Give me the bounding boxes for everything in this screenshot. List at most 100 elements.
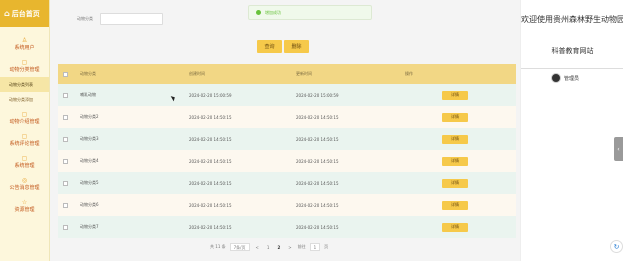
cell-category: 动物分类6 xyxy=(80,202,99,207)
cell-updated: 2024-02-20 15:00:59 xyxy=(296,92,339,98)
page-1-button[interactable]: 1 xyxy=(265,245,272,250)
sidebar-item-label: 动物介绍管理 xyxy=(9,119,40,125)
pager-total: 共 11 条 xyxy=(210,244,226,249)
welcome-text: 欢迎使用贵州森林野生动物园 xyxy=(521,15,623,24)
site-subtitle: 科普教育网站 xyxy=(551,47,594,55)
table-row: 动物分类4 2024-02-20 14:50:15 2024-02-20 14:… xyxy=(58,150,516,172)
page-size-select[interactable]: 7条/页 xyxy=(229,243,250,251)
sidebar-title: 后台首页 xyxy=(11,9,40,18)
detail-button[interactable]: 详情 xyxy=(442,200,468,210)
sidebar-item-animal-category[interactable]: ▢ 动物分类管理 xyxy=(0,55,49,77)
header-updated: 更新时间 xyxy=(296,71,312,76)
row-checkbox[interactable] xyxy=(63,136,68,142)
cell-created: 2024-02-20 14:50:15 xyxy=(189,136,232,142)
row-checkbox[interactable] xyxy=(63,114,68,120)
sidebar-logo[interactable]: ⌂ 后台首页 xyxy=(0,0,49,27)
detail-button[interactable]: 详情 xyxy=(442,90,468,100)
user-name: 管理员 xyxy=(564,75,580,82)
header-category: 动物分类 xyxy=(80,71,96,76)
home-icon: ⌂ xyxy=(4,9,10,18)
delete-button[interactable]: 删除 xyxy=(284,40,309,53)
sidebar-item-notices[interactable]: ◎ 公告消息管理 xyxy=(0,173,49,195)
header-action: 操作 xyxy=(405,71,413,76)
cell-category: 动物分类7 xyxy=(80,224,99,229)
cell-category: 动物分类4 xyxy=(80,158,99,163)
detail-button[interactable]: 详情 xyxy=(442,222,468,232)
right-panel: 欢迎使用贵州森林野生动物园 科普教育网站 管理员 xyxy=(520,0,623,261)
sidebar-item-label: 资源管理 xyxy=(14,207,35,213)
collapse-tab[interactable]: ‹ xyxy=(614,137,623,161)
row-checkbox[interactable] xyxy=(63,158,68,164)
sidebar-subitem-category-list[interactable]: 动物分类列表 xyxy=(0,77,49,92)
detail-button[interactable]: 详情 xyxy=(442,156,468,166)
cell-created: 2024-02-20 15:00:59 xyxy=(189,92,232,98)
sidebar-item-label: 公告消息管理 xyxy=(9,185,40,191)
sidebar-item-label: 系统用户 xyxy=(14,45,35,51)
search-label: 动物分类 xyxy=(77,16,93,21)
select-all-checkbox[interactable] xyxy=(63,71,68,77)
sidebar-item-system[interactable]: ▢ 系统管理 xyxy=(0,151,49,173)
header-created: 创建时间 xyxy=(189,71,205,76)
goto-suffix: 页 xyxy=(324,244,329,249)
bell-icon: ◎ xyxy=(21,177,28,184)
table-row: 动物分类6 2024-02-20 14:50:15 2024-02-20 14:… xyxy=(58,194,516,216)
success-toast: 增加成功 xyxy=(248,5,372,20)
cell-category: 动物分类5 xyxy=(80,180,99,185)
detail-button[interactable]: 详情 xyxy=(442,134,468,144)
cell-category: 动物分类3 xyxy=(80,136,99,141)
table-row: 动物分类5 2024-02-20 14:50:15 2024-02-20 14:… xyxy=(58,172,516,194)
user-menu[interactable]: 管理员 xyxy=(551,73,579,83)
next-page-button[interactable]: > xyxy=(286,245,293,250)
cell-category: 动物分类2 xyxy=(80,114,99,119)
chevron-left-icon: ‹ xyxy=(617,145,620,153)
sidebar-item-label: 系统管理 xyxy=(14,163,35,169)
sidebar-item-animal-intro[interactable]: ▢ 动物介绍管理 xyxy=(0,107,49,129)
table-row: 动物分类2 2024-02-20 14:50:15 2024-02-20 14:… xyxy=(58,106,516,128)
folder-icon: ▢ xyxy=(21,59,28,66)
main-content: 动物分类 增加成功 查询 删除 动物分类 创建时间 更新时间 操作 哺乳动物 2… xyxy=(50,0,520,261)
cell-created: 2024-02-20 14:50:15 xyxy=(189,158,232,164)
table-row: 动物分类3 2024-02-20 14:50:15 2024-02-20 14:… xyxy=(58,128,516,150)
cell-updated: 2024-02-20 14:50:15 xyxy=(296,202,339,208)
star-icon: ☆ xyxy=(21,199,28,206)
cell-created: 2024-02-20 14:50:15 xyxy=(189,114,232,120)
detail-button[interactable]: 详情 xyxy=(442,178,468,188)
sidebar-item-users[interactable]: ♙ 系统用户 xyxy=(0,33,49,55)
cell-created: 2024-02-20 14:50:15 xyxy=(189,224,232,230)
cell-updated: 2024-02-20 14:50:15 xyxy=(296,114,339,120)
sidebar-item-label: 系统评论管理 xyxy=(9,141,40,147)
sidebar-item-resources[interactable]: ☆ 资源管理 xyxy=(0,195,49,217)
cell-updated: 2024-02-20 14:50:15 xyxy=(296,180,339,186)
toast-text: 增加成功 xyxy=(265,9,281,15)
comment-icon: ▢ xyxy=(21,133,28,140)
info-icon: ▢ xyxy=(21,111,28,118)
pagination: 共 11 条 7条/页 < 1 2 > 前往 1 页 xyxy=(210,243,328,251)
avatar xyxy=(551,73,561,83)
query-button[interactable]: 查询 xyxy=(257,40,282,53)
gear-icon: ▢ xyxy=(21,155,28,162)
row-checkbox[interactable] xyxy=(63,224,68,230)
search-input[interactable] xyxy=(100,13,163,25)
row-checkbox[interactable] xyxy=(63,180,68,186)
row-checkbox[interactable] xyxy=(63,202,68,208)
user-icon: ♙ xyxy=(21,37,28,44)
sidebar-subitem-category-add[interactable]: 动物分类添加 xyxy=(0,92,49,107)
divider xyxy=(521,68,623,69)
cell-created: 2024-02-20 14:50:15 xyxy=(189,202,232,208)
sidebar-item-label: 动物分类管理 xyxy=(9,67,40,73)
page-2-button[interactable]: 2 xyxy=(275,245,282,250)
cell-created: 2024-02-20 14:50:15 xyxy=(189,180,232,186)
row-checkbox[interactable] xyxy=(63,92,68,98)
goto-input[interactable]: 1 xyxy=(309,243,321,251)
table-row: 动物分类7 2024-02-20 14:50:15 2024-02-20 14:… xyxy=(58,216,516,238)
success-icon xyxy=(256,10,261,15)
data-table: 动物分类 创建时间 更新时间 操作 哺乳动物 2024-02-20 15:00:… xyxy=(58,64,516,238)
goto-label: 前往 xyxy=(297,244,306,249)
cell-updated: 2024-02-20 14:50:15 xyxy=(296,224,339,230)
prev-page-button[interactable]: < xyxy=(254,245,261,250)
detail-button[interactable]: 详情 xyxy=(442,112,468,122)
sidebar: ⌂ 后台首页 ♙ 系统用户 ▢ 动物分类管理 动物分类列表 动物分类添加 ▢ 动… xyxy=(0,0,50,261)
sidebar-item-comments[interactable]: ▢ 系统评论管理 xyxy=(0,129,49,151)
assistant-icon[interactable]: ↻ xyxy=(610,240,623,253)
table-header: 动物分类 创建时间 更新时间 操作 xyxy=(58,64,516,84)
